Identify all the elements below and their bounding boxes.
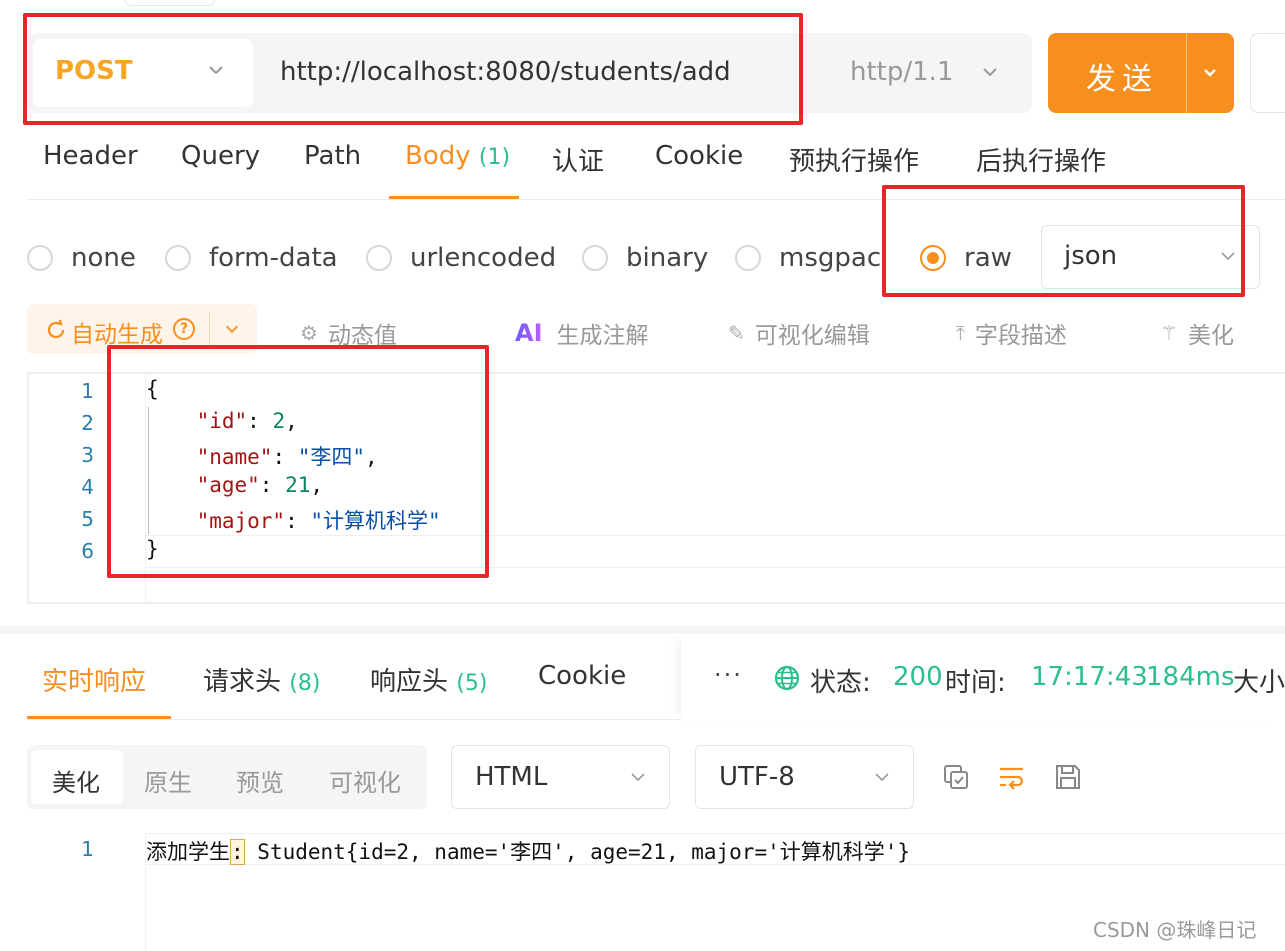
response-format-value: HTML [475, 762, 548, 792]
radio-msgpack[interactable]: msgpack [735, 238, 885, 278]
chevron-down-icon[interactable] [223, 320, 241, 338]
watermark: CSDN @珠峰日记 [1093, 918, 1257, 942]
chevron-down-icon [983, 68, 997, 77]
tab-response-headers[interactable]: 响应头 (5) [370, 661, 487, 698]
tab-body-count: (1) [478, 145, 511, 170]
radio-urlencoded[interactable]: urlencoded [366, 238, 556, 278]
generate-comments-button[interactable]: AI 生成注解 [515, 316, 649, 350]
line-number: 5 [81, 507, 94, 531]
visual-edit-button[interactable]: ✎ 可视化编辑 [728, 316, 870, 350]
radio-binary[interactable]: binary [582, 238, 708, 278]
annotation-box-request-line [23, 13, 803, 125]
refresh-icon [47, 319, 65, 339]
chevron-down-icon [631, 773, 645, 782]
magic-wand-icon: ⚚ [1160, 321, 1178, 345]
globe-icon [774, 665, 800, 691]
annotation-box-json-body [107, 345, 489, 578]
send-options-chevron-icon[interactable] [1200, 62, 1220, 82]
window-tab-stub [125, 0, 215, 6]
tab-query[interactable]: Query [181, 141, 260, 171]
more-tabs-button[interactable]: ··· [714, 661, 743, 689]
line-number: 4 [81, 475, 94, 499]
auto-generate-divider [209, 312, 210, 346]
status-label: 状态: [810, 668, 871, 698]
time-label: 时间: [945, 668, 1006, 698]
edit-document-icon: ✎ [728, 321, 745, 345]
upload-icon: ⤒ [956, 321, 965, 345]
word-wrap-icon[interactable] [997, 762, 1027, 792]
size-label: 大小 [1233, 668, 1285, 698]
send-button-label: 发送 [1086, 62, 1158, 97]
line-number: 6 [81, 539, 94, 563]
tab-auth[interactable]: 认证 [552, 141, 604, 178]
highlighted-char: : [230, 839, 245, 865]
tab-pre-request[interactable]: 预执行操作 [789, 141, 919, 178]
chevron-down-icon [875, 773, 889, 782]
encoding-value: UTF-8 [719, 762, 795, 792]
line-number: 2 [81, 411, 94, 435]
tab-body[interactable]: Body (1) [405, 141, 510, 171]
line-number: 3 [81, 443, 94, 467]
annotation-box-body-format [882, 185, 1245, 297]
radio-form-data[interactable]: form-data [165, 238, 338, 278]
panel-divider[interactable] [0, 626, 1285, 634]
tab-post-request[interactable]: 后执行操作 [976, 141, 1106, 178]
field-description-button[interactable]: ⤒ 字段描述 [956, 316, 1067, 350]
copy-icon[interactable] [941, 762, 971, 792]
ai-icon: AI [515, 319, 543, 347]
protocol-select[interactable]: http/1.1 [850, 57, 953, 87]
tab-response-cookie[interactable]: Cookie [538, 661, 626, 691]
line-number: 1 [81, 837, 94, 861]
tab-request-headers[interactable]: 请求头 (8) [203, 661, 320, 698]
view-raw[interactable]: 原生 [144, 763, 192, 798]
time-value: 17:17:43 [1031, 662, 1148, 692]
send-split-divider [1186, 33, 1187, 113]
tab-path[interactable]: Path [304, 141, 361, 171]
duration-value: 184ms [1146, 662, 1235, 692]
help-icon[interactable]: ? [173, 318, 195, 340]
radio-none[interactable]: none [27, 238, 136, 278]
view-visualize[interactable]: 可视化 [329, 763, 401, 798]
beautify-button[interactable]: ⚚ 美化 [1160, 316, 1234, 350]
line-number: 1 [81, 379, 94, 403]
save-icon[interactable] [1053, 762, 1083, 792]
auto-generate-label: 自动生成 [71, 322, 163, 348]
response-text: 添加学生: Student{id=2, name='李四', age=21, m… [146, 839, 911, 865]
view-preview[interactable]: 预览 [236, 763, 284, 798]
tab-header[interactable]: Header [43, 141, 138, 171]
status-code: 200 [893, 662, 943, 692]
tab-live-response[interactable]: 实时响应 [42, 661, 146, 698]
tab-cookie[interactable]: Cookie [655, 141, 743, 171]
gear-icon: ⚙ [300, 321, 318, 345]
save-button-stub[interactable] [1250, 33, 1285, 113]
line-divider [145, 833, 1285, 834]
view-beautify[interactable]: 美化 [52, 763, 100, 798]
